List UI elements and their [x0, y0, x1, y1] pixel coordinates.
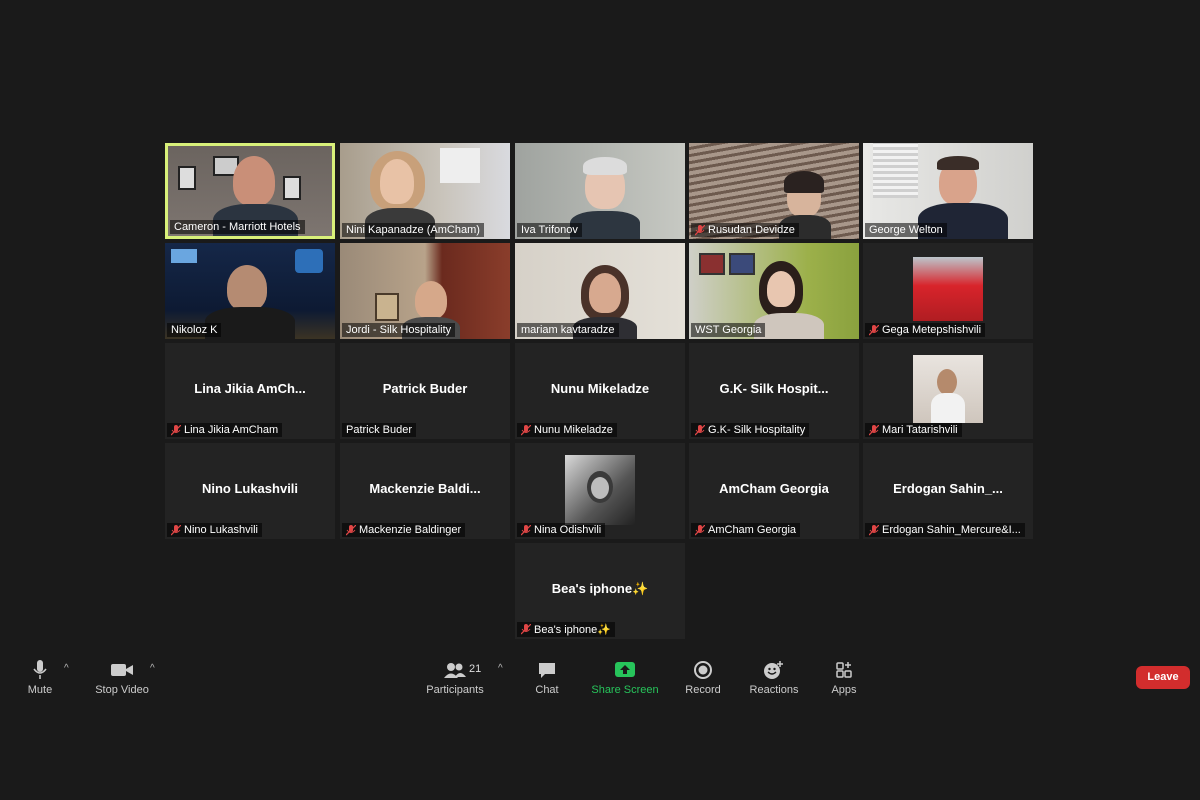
participant-name-label: Nina Odishvili	[517, 523, 606, 537]
video-camera-icon	[111, 664, 133, 676]
participant-name-label: Mari Tatarishvili	[865, 423, 962, 437]
tile-mackenzie[interactable]: Mackenzie Baldi... Mackenzie Baldinger	[340, 443, 510, 539]
participant-name-label: Patrick Buder	[342, 423, 417, 437]
tile-gk-silk[interactable]: G.K- Silk Hospit... G.K- Silk Hospitalit…	[689, 343, 859, 439]
participant-name-label: Iva Trifonov	[517, 223, 582, 237]
reactions-button[interactable]: Reactions	[746, 660, 802, 696]
participant-display-name: Patrick Buder	[382, 381, 468, 396]
participant-name-label: Erdogan Sahin_Mercure&I...	[865, 523, 1025, 537]
participants-count: 21	[469, 663, 482, 675]
participant-display-name: G.K- Silk Hospit...	[719, 381, 829, 396]
meeting-toolbar: Mute ^ Stop Video ^ Participants 21 ^ Ch…	[0, 655, 1200, 710]
participant-name-label: Lina Jikia AmCham	[167, 423, 283, 437]
participant-name-label: Nini Kapanadze (AmCham)	[342, 223, 484, 237]
share-screen-icon	[615, 662, 635, 677]
leave-button[interactable]: Leave	[1136, 666, 1190, 689]
tile-bea-iphone[interactable]: Bea's iphone✨ Bea's iphone✨	[515, 543, 685, 639]
participant-display-name: Mackenzie Baldi...	[369, 481, 481, 496]
share-screen-button[interactable]: Share Screen	[590, 660, 660, 696]
video-tile-rusudan[interactable]: Rusudan Devidze	[689, 143, 859, 239]
muted-mic-icon	[171, 524, 181, 535]
tile-gega[interactable]: Gega Metepshishvili	[863, 243, 1033, 339]
participant-name-label: Rusudan Devidze	[691, 223, 799, 237]
muted-mic-icon	[346, 524, 356, 535]
video-options-chevron-icon[interactable]: ^	[150, 663, 155, 674]
participant-display-name: Bea's iphone✨	[551, 581, 649, 596]
participants-icon	[444, 663, 466, 678]
participant-name-label: Nino Lukashvili	[167, 523, 262, 537]
profile-picture	[913, 257, 983, 321]
muted-mic-icon	[521, 624, 531, 635]
tile-erdogan[interactable]: Erdogan Sahin_... Erdogan Sahin_Mercure&…	[863, 443, 1033, 539]
video-tile-jordi[interactable]: Jordi - Silk Hospitality	[340, 243, 510, 339]
tile-mari[interactable]: Mari Tatarishvili	[863, 343, 1033, 439]
record-button[interactable]: Record	[683, 660, 723, 696]
muted-mic-icon	[869, 524, 879, 535]
tile-patrick[interactable]: Patrick Buder Patrick Buder	[340, 343, 510, 439]
muted-mic-icon	[521, 524, 531, 535]
participant-name-label: Gega Metepshishvili	[865, 323, 986, 337]
muted-mic-icon	[869, 424, 879, 435]
participant-name-label: Jordi - Silk Hospitality	[342, 323, 456, 337]
participant-name-label: Cameron - Marriott Hotels	[170, 220, 305, 234]
apps-icon	[836, 662, 852, 678]
tile-lina[interactable]: Lina Jikia AmCh... Lina Jikia AmCham	[165, 343, 335, 439]
profile-picture	[913, 355, 983, 423]
video-tile-nikoloz[interactable]: Nikoloz K	[165, 243, 335, 339]
microphone-icon	[33, 660, 47, 679]
participant-name-label: Nikoloz K	[167, 323, 222, 337]
participant-name-label: George Welton	[865, 223, 947, 237]
mute-button[interactable]: Mute	[20, 660, 60, 696]
participant-name-label: AmCham Georgia	[691, 523, 801, 537]
participant-display-name: Nunu Mikeladze	[550, 381, 650, 396]
audio-options-chevron-icon[interactable]: ^	[64, 663, 69, 674]
muted-mic-icon	[695, 224, 705, 235]
participant-display-name: Erdogan Sahin_...	[893, 481, 1003, 496]
participant-name-label: Nunu Mikeladze	[517, 423, 617, 437]
tile-nunu[interactable]: Nunu Mikeladze Nunu Mikeladze	[515, 343, 685, 439]
muted-mic-icon	[869, 324, 879, 335]
video-tile-wst[interactable]: WST Georgia	[689, 243, 859, 339]
participant-name-label: Bea's iphone✨	[517, 622, 615, 637]
tile-amcham-georgia[interactable]: AmCham Georgia AmCham Georgia	[689, 443, 859, 539]
muted-mic-icon	[521, 424, 531, 435]
record-icon	[694, 661, 712, 679]
muted-mic-icon	[695, 424, 705, 435]
participants-options-chevron-icon[interactable]: ^	[498, 663, 503, 674]
video-tile-mariam[interactable]: mariam kavtaradze	[515, 243, 685, 339]
participant-grid: Cameron - Marriott Hotels Nini Kapanadze…	[165, 143, 1035, 643]
tile-nina[interactable]: Nina Odishvili	[515, 443, 685, 539]
muted-mic-icon	[171, 424, 181, 435]
video-tile-nini[interactable]: Nini Kapanadze (AmCham)	[340, 143, 510, 239]
smiley-plus-icon	[764, 661, 783, 679]
video-tile-cameron[interactable]: Cameron - Marriott Hotels	[165, 143, 335, 239]
participant-name-label: G.K- Silk Hospitality	[691, 423, 810, 437]
muted-mic-icon	[695, 524, 705, 535]
profile-picture	[565, 455, 635, 525]
chat-button[interactable]: Chat	[527, 660, 567, 696]
tile-nino[interactable]: Nino Lukashvili Nino Lukashvili	[165, 443, 335, 539]
video-tile-george[interactable]: George Welton	[863, 143, 1033, 239]
participant-name-label: mariam kavtaradze	[517, 323, 619, 337]
stop-video-button[interactable]: Stop Video	[92, 660, 152, 696]
participant-name-label: WST Georgia	[691, 323, 766, 337]
chat-bubble-icon	[539, 663, 555, 678]
video-tile-iva[interactable]: Iva Trifonov	[515, 143, 685, 239]
apps-button[interactable]: Apps	[824, 660, 864, 696]
participant-name-label: Mackenzie Baldinger	[342, 523, 466, 537]
participant-display-name: Nino Lukashvili	[201, 481, 299, 496]
participant-display-name: Lina Jikia AmCh...	[194, 381, 306, 396]
participant-display-name: AmCham Georgia	[719, 481, 829, 496]
